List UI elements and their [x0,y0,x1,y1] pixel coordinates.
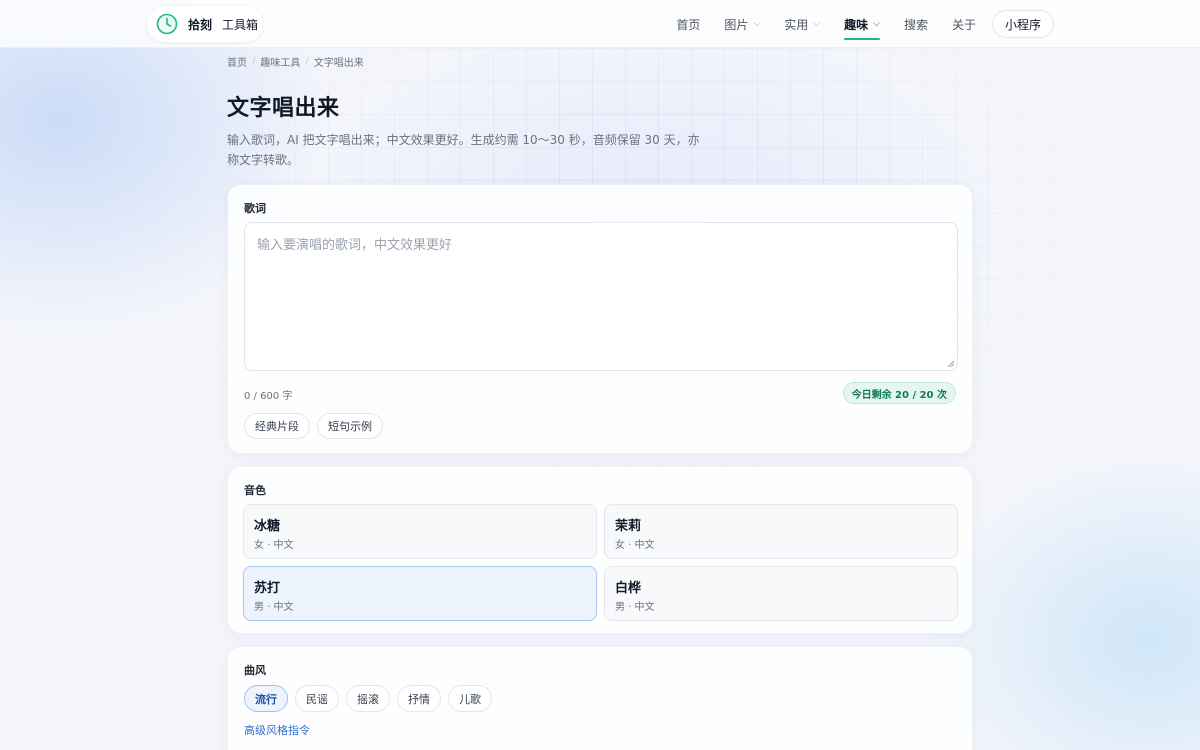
page-description: 输入歌词，AI 把文字唱出来；中文效果更好。生成约需 10～30 秒，音频保留 … [227,133,700,167]
nav-item-about[interactable]: 关于 [952,0,976,48]
example-chips: 经典片段 短句示例 [244,413,390,439]
breadcrumb-separator: / [305,55,309,67]
chevron-down-icon: ⌵ [753,19,761,29]
resize-handle-icon[interactable] [947,360,955,368]
nav-label: 图片 [724,17,749,32]
breadcrumb-home-link[interactable]: 首页 [227,54,247,69]
style-option-folk[interactable]: 民谣 [295,685,339,712]
mini-program-button[interactable]: 小程序 [991,10,1054,38]
voice-name: 茉莉 [615,519,642,534]
example-classic-button[interactable]: 经典片段 [244,413,310,439]
nav-item-search[interactable]: 搜索 [904,0,928,48]
brand-subtitle: 工具箱 [222,17,259,32]
style-options: 流行 民谣 摇滚 抒情 儿歌 [244,685,499,712]
nav-label: 搜索 [903,17,928,32]
brand-name: 拾刻 [188,17,213,32]
clock-logo-icon [156,13,178,35]
lyrics-label: 歌词 [244,202,266,215]
voice-meta: 男 · 中文 [615,602,655,613]
style-option-rock[interactable]: 摇滚 [346,685,390,712]
nav-item-utility[interactable]: 实用 ⌵ [784,0,820,48]
voice-name: 苏打 [254,581,281,596]
voice-option-moli[interactable]: 茉莉 女 · 中文 [604,504,958,559]
breadcrumb-separator: / [252,55,256,67]
voice-option-baihua[interactable]: 白桦 男 · 中文 [604,566,958,621]
breadcrumb: 首页 / 趣味工具 / 文字唱出来 [227,54,973,69]
voice-option-suda[interactable]: 苏打 男 · 中文 [243,566,597,621]
nav-label: 首页 [676,17,701,32]
voice-label: 音色 [244,484,266,497]
main-nav: 首页 图片 ⌵ 实用 ⌵ 趣味 ⌵ 搜索 关于 小程序 [652,0,1054,48]
lyrics-placeholder: 输入要演唱的歌词，中文效果更好 [257,238,453,253]
voice-meta: 女 · 中文 [254,540,294,551]
nav-item-home[interactable]: 首页 [676,0,700,48]
voice-meta: 男 · 中文 [254,602,294,613]
nav-item-fun[interactable]: 趣味 ⌵ [844,0,880,48]
nav-label: 趣味 [844,17,869,32]
main-content: 首页 / 趣味工具 / 文字唱出来 文字唱出来 输入歌词，AI 把文字唱出来；中… [227,48,973,750]
brand-logo-button[interactable]: 拾刻 工具箱 [147,6,263,42]
chevron-down-icon: ⌵ [873,19,880,29]
lyrics-card: 歌词 输入要演唱的歌词，中文效果更好 0 / 600 字 今日剩余 20 / 2… [227,184,973,454]
chevron-down-icon: ⌵ [813,19,821,29]
voice-card: 音色 冰糖 女 · 中文 茉莉 女 · 中文 苏打 男 · 中文 白桦 男 · … [227,466,973,634]
style-label: 曲风 [244,664,266,677]
advanced-style-link[interactable]: 高级风格指令 [244,722,310,738]
quota-badge: 今日剩余 20 / 20 次 [842,382,956,404]
char-count: 0 / 600 字 [244,391,293,402]
style-option-kids[interactable]: 儿歌 [448,685,492,712]
nav-label: 实用 [784,17,809,32]
voice-name: 冰糖 [254,519,281,534]
style-option-lyrical[interactable]: 抒情 [397,685,441,712]
nav-item-images[interactable]: 图片 ⌵ [724,0,760,48]
top-navbar: 拾刻 工具箱 首页 图片 ⌵ 实用 ⌵ 趣味 ⌵ 搜索 关于 小程序 [0,0,1200,48]
voice-meta: 女 · 中文 [615,540,655,551]
breadcrumb-current: 文字唱出来 [313,57,364,69]
voice-option-bingtang[interactable]: 冰糖 女 · 中文 [243,504,597,559]
lyrics-textarea[interactable]: 输入要演唱的歌词，中文效果更好 [244,222,958,371]
page-title: 文字唱出来 [227,96,340,121]
example-short-button[interactable]: 短句示例 [317,413,383,439]
style-card: 曲风 流行 民谣 摇滚 抒情 儿歌 高级风格指令 [227,646,973,750]
breadcrumb-fun-tools-link[interactable]: 趣味工具 [260,54,300,69]
voice-name: 白桦 [615,581,642,596]
style-option-pop[interactable]: 流行 [244,685,288,712]
nav-label: 关于 [951,17,976,32]
